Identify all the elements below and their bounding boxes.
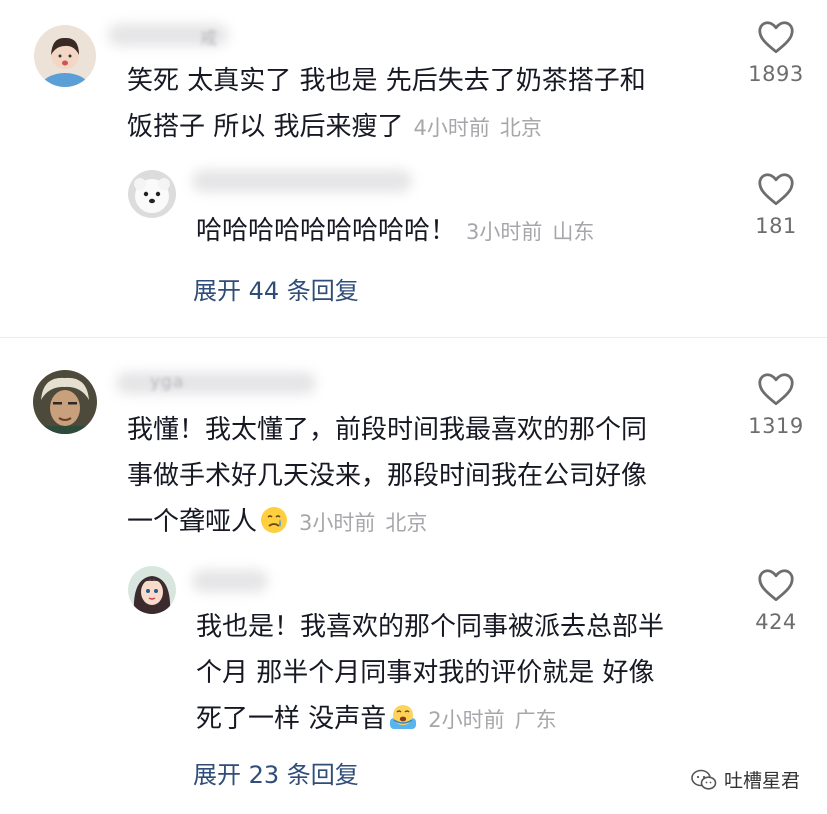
username-blurred-text: yga bbox=[150, 372, 185, 392]
divider bbox=[0, 337, 827, 338]
wechat-icon bbox=[691, 769, 717, 790]
comment-meta: 4小时前 北京 bbox=[414, 116, 542, 140]
crying-face-emoji-icon bbox=[261, 507, 288, 533]
like-button[interactable]: 1319 bbox=[736, 372, 816, 438]
comment-location: 北京 bbox=[499, 116, 542, 140]
expand-replies-link[interactable]: 展开 44 条回复 bbox=[193, 271, 359, 306]
reply-time: 2小时前 bbox=[428, 708, 505, 732]
watermark: 吐槽星君 bbox=[690, 766, 800, 793]
reply-line: 死了一样 没声音 bbox=[196, 704, 387, 734]
reply-location: 广东 bbox=[514, 708, 557, 732]
girl-avatar-icon[interactable] bbox=[34, 25, 96, 87]
comment-line-last: 饭搭子 所以 我后来瘦了 4小时前 北京 bbox=[127, 104, 646, 151]
username-blurred[interactable] bbox=[192, 570, 268, 592]
reply-meta: 3小时前 山东 bbox=[466, 220, 594, 244]
heart-icon[interactable] bbox=[757, 20, 795, 54]
reply-location: 山东 bbox=[552, 220, 595, 244]
comment-line-last: 一个聋哑人 3小时前 北京 bbox=[127, 499, 647, 546]
heart-icon[interactable] bbox=[757, 568, 795, 602]
comment-line: 笑死 太真实了 我也是 先后失去了奶茶搭子和 bbox=[127, 66, 646, 96]
reply-meta: 2小时前 广东 bbox=[428, 708, 556, 732]
like-button[interactable]: 1893 bbox=[736, 20, 816, 86]
comment-line: 事做手术好几天没来，那段时间我在公司好像 bbox=[127, 461, 648, 491]
comment-line: 我懂！我太懂了，前段时间我最喜欢的那个同 bbox=[127, 415, 648, 445]
username-blurred-text: 戒 bbox=[200, 29, 218, 49]
like-count: 1893 bbox=[748, 62, 804, 86]
reply-line: 哈哈哈哈哈哈哈哈哈！ bbox=[196, 216, 457, 246]
comment-meta: 3小时前 北京 bbox=[299, 511, 427, 535]
comment-time: 4小时前 bbox=[413, 116, 490, 140]
comment-time: 3小时前 bbox=[299, 511, 376, 535]
like-count: 424 bbox=[755, 610, 797, 634]
comment-line: 一个聋哑人 bbox=[127, 507, 258, 537]
heart-icon[interactable] bbox=[757, 172, 795, 206]
comment-location: 北京 bbox=[385, 511, 428, 535]
comment-body: 我懂！我太懂了，前段时间我最喜欢的那个同 事做手术好几天没来，那段时间我在公司好… bbox=[127, 407, 647, 546]
watermark-text: 吐槽星君 bbox=[724, 770, 801, 792]
reply-time: 3小时前 bbox=[466, 220, 543, 244]
like-count: 1319 bbox=[748, 414, 804, 438]
comment-body: 笑死 太真实了 我也是 先后失去了奶茶搭子和 饭搭子 所以 我后来瘦了 4小时前北… bbox=[127, 58, 646, 151]
like-button[interactable]: 424 bbox=[736, 568, 816, 634]
username-blurred[interactable] bbox=[116, 372, 316, 394]
like-button[interactable]: 181 bbox=[736, 172, 816, 238]
reply-line: 个月 那半个月同事对我的评价就是 好像 bbox=[196, 658, 655, 688]
expand-replies-link[interactable]: 展开 23 条回复 bbox=[193, 755, 359, 790]
heart-icon[interactable] bbox=[757, 372, 795, 406]
comment-line: 饭搭子 所以 我后来瘦了 bbox=[127, 112, 404, 142]
like-count: 181 bbox=[755, 214, 797, 238]
reply-body: 哈哈哈哈哈哈哈哈哈！ 3小时前 山东 bbox=[196, 208, 594, 255]
reply-body: 我也是！我喜欢的那个同事被派去总部半 个月 那半个月同事对我的评价就是 好像 死… bbox=[196, 604, 664, 743]
white-dog-avatar-icon[interactable] bbox=[128, 170, 176, 218]
reply-line-last: 死了一样 没声音 2小时前 广东 bbox=[196, 696, 664, 743]
sobbing-emoji-icon bbox=[390, 705, 417, 729]
anime-girl-avatar-icon[interactable] bbox=[128, 566, 176, 614]
username-blurred[interactable] bbox=[192, 170, 412, 192]
man-headscarf-avatar-icon[interactable] bbox=[33, 370, 97, 434]
reply-line: 我也是！我喜欢的那个同事被派去总部半 bbox=[196, 612, 665, 642]
